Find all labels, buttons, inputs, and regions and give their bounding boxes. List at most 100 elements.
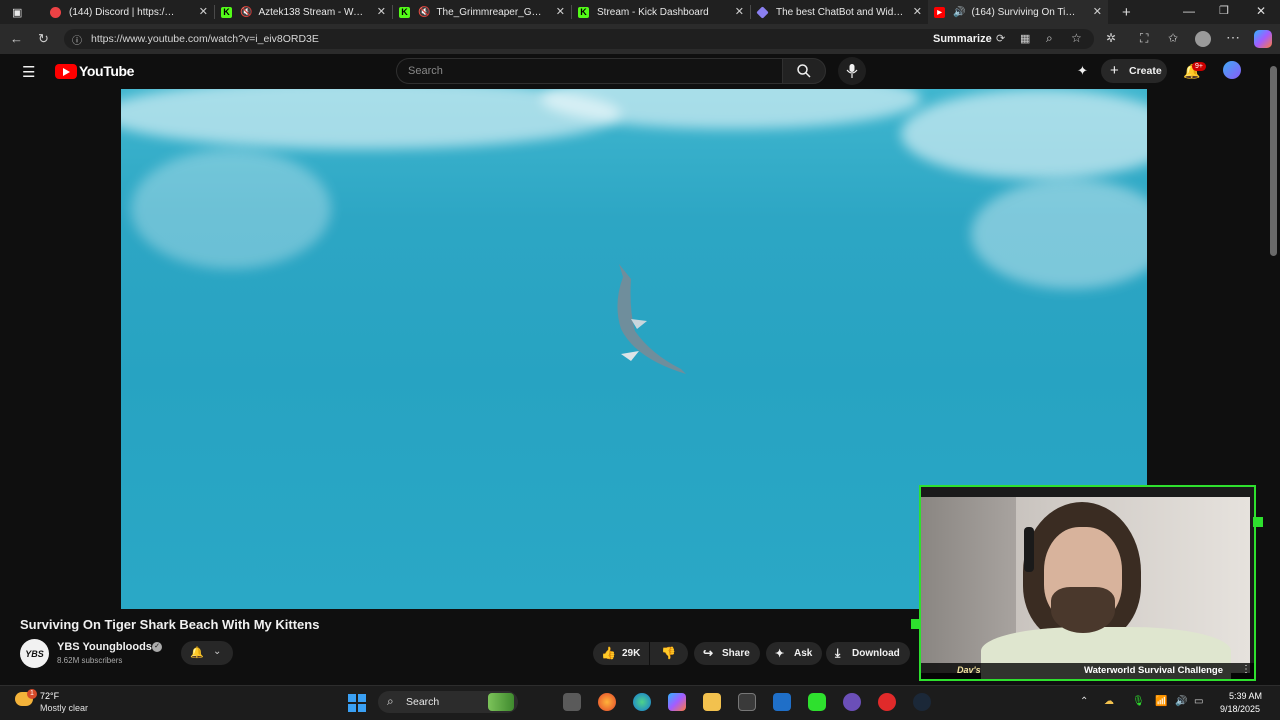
overlay-marker <box>911 619 919 629</box>
battery-icon[interactable]: ▭ <box>1194 696 1203 707</box>
download-icon: ⤓ <box>835 646 841 660</box>
tab-chatbot-widgets[interactable]: The best ChatBot and Widgets ✕ <box>751 0 928 24</box>
edge-icon[interactable] <box>633 693 651 711</box>
refresh-icon[interactable]: ↻ <box>38 31 49 47</box>
weather-alert-badge: 1 <box>27 689 37 699</box>
tab-grimmreaper[interactable]: K 🔇 The_Grimmreaper_Gamin ✕ <box>393 0 571 24</box>
monitor-app-icon[interactable] <box>773 693 791 711</box>
new-tab-icon[interactable]: + <box>1122 4 1131 21</box>
extensions-icon[interactable]: ✲ <box>1106 31 1116 45</box>
tab-youtube-active[interactable]: ▶ 🔊 (164) Surviving On Tiger ✕ <box>928 0 1108 24</box>
more-options-icon[interactable]: ⋯ <box>1226 29 1240 46</box>
muted-speaker-icon[interactable]: 🔇 <box>418 7 430 18</box>
tab-actions-button[interactable]: ▣ <box>0 0 44 24</box>
copilot-icon[interactable] <box>1254 30 1272 48</box>
webcam-streamer-beard <box>1051 587 1115 633</box>
close-tab-icon[interactable]: ✕ <box>556 5 565 18</box>
account-avatar[interactable] <box>1223 61 1241 79</box>
verified-check-icon: ✓ <box>152 642 162 652</box>
search-input[interactable]: Search <box>396 58 782 84</box>
steam-icon[interactable] <box>913 693 931 711</box>
tab-label: Aztek138 Stream - Watch <box>258 6 367 18</box>
create-button[interactable]: + Create <box>1101 59 1167 83</box>
sparkle-icon: ✦ <box>775 648 785 660</box>
copilot-app-icon[interactable] <box>668 693 686 711</box>
weather-description[interactable]: Mostly clear <box>40 703 88 713</box>
scrollbar-thumb[interactable] <box>1270 66 1277 256</box>
site-info-icon[interactable]: ⓘ <box>72 32 82 47</box>
minimize-icon[interactable]: — <box>1183 4 1195 18</box>
speaker-icon[interactable]: 🔊 <box>953 7 965 18</box>
tab-kick-dashboard[interactable]: K Stream - Kick Dashboard ✕ <box>572 0 750 24</box>
like-button[interactable]: 👍 29K <box>593 642 649 665</box>
tab-discord[interactable]: (144) Discord | https://dis ✕ <box>44 0 214 24</box>
wave-foam <box>131 149 331 269</box>
youtube-logo-icon[interactable] <box>55 64 77 79</box>
search-icon <box>797 64 811 78</box>
search-button[interactable] <box>782 58 826 84</box>
zoom-icon[interactable]: ⌕ <box>1046 31 1053 46</box>
muted-speaker-icon[interactable]: 🔇 <box>240 7 252 18</box>
clock-time[interactable]: 5:39 AM <box>1229 691 1262 701</box>
wifi-icon[interactable]: 📶 <box>1155 696 1167 707</box>
diamond-icon <box>756 5 769 19</box>
summarize-button[interactable]: Summarize <box>933 33 992 45</box>
menu-hamburger-icon[interactable]: ☰ <box>22 63 35 81</box>
youtube-logo-text[interactable]: YouTube <box>79 63 134 79</box>
weather-temperature[interactable]: 72°F <box>40 691 59 701</box>
volume-icon[interactable]: 🔊 <box>1175 696 1187 707</box>
share-button[interactable]: ↪ Share <box>694 642 760 665</box>
tray-overflow-chevron-icon[interactable]: ⌃ <box>1080 696 1088 707</box>
webcam-caption: Waterworld Survival Challenge <box>1084 665 1224 676</box>
tab-label: Stream - Kick Dashboard <box>597 6 709 18</box>
firefox-icon[interactable] <box>598 693 616 711</box>
ask-button[interactable]: ✦ Ask <box>766 642 822 665</box>
tab-label: (144) Discord | https://dis <box>69 6 177 18</box>
restore-icon[interactable]: ❐ <box>1219 4 1229 17</box>
close-tab-icon[interactable]: ✕ <box>377 5 386 18</box>
tray-cloud-icon[interactable]: ☁ <box>1104 696 1114 707</box>
download-button[interactable]: ⤓ Download <box>826 642 910 665</box>
favorites-icon[interactable]: ✩ <box>1168 31 1178 45</box>
task-view-icon[interactable] <box>563 693 581 711</box>
thumbs-down-icon: 👎 <box>661 646 676 660</box>
download-label: Download <box>852 648 900 659</box>
close-tab-icon[interactable]: ✕ <box>913 5 922 18</box>
wave-foam <box>901 89 1147 179</box>
like-count: 29K <box>622 648 641 659</box>
favorite-star-icon[interactable]: ☆ <box>1071 31 1082 45</box>
ask-label: Ask <box>794 648 813 659</box>
media-player-icon[interactable] <box>878 693 896 711</box>
back-icon[interactable]: ← <box>10 31 23 46</box>
thumbs-up-icon: 👍 <box>601 646 616 660</box>
tray-mic-icon[interactable]: 🎙 <box>1132 696 1145 707</box>
voice-search-button[interactable] <box>838 57 866 85</box>
snipping-tool-icon[interactable] <box>738 693 756 711</box>
kick-icon: K <box>578 6 589 18</box>
tab-actions-icon: ▣ <box>12 6 23 19</box>
studio-clapper-icon[interactable]: ✦ <box>1077 63 1088 79</box>
clock-date[interactable]: 9/18/2025 <box>1220 704 1260 714</box>
close-tab-icon[interactable]: ✕ <box>199 5 208 18</box>
taskbar-search[interactable]: ⌕ Search <box>378 691 518 713</box>
split-screen-icon[interactable]: ⛶ <box>1140 31 1148 46</box>
discord-app-icon[interactable] <box>843 693 861 711</box>
channel-name[interactable]: YBS Youngbloods <box>57 641 152 653</box>
dislike-button[interactable]: 👎 <box>650 642 688 665</box>
address-bar[interactable]: ⓘ https://www.youtube.com/watch?v=i_eiv8… <box>64 29 1094 49</box>
app-available-icon[interactable]: ▦ <box>1020 32 1030 45</box>
close-tab-icon[interactable]: ✕ <box>1093 5 1102 18</box>
copilot-summarize-icon[interactable]: ⟳ <box>996 32 1005 45</box>
streaming-app-icon[interactable] <box>808 693 826 711</box>
file-explorer-icon[interactable] <box>703 693 721 711</box>
close-window-icon[interactable]: ✕ <box>1256 4 1266 18</box>
profile-avatar-icon[interactable] <box>1195 31 1211 47</box>
windows-start-icon[interactable] <box>348 694 366 712</box>
tab-aztek-stream[interactable]: K 🔇 Aztek138 Stream - Watch ✕ <box>215 0 392 24</box>
search-icon: ⌕ <box>387 694 394 708</box>
search-highlight-icon <box>488 693 514 711</box>
channel-avatar[interactable]: YBS <box>20 639 49 668</box>
page-scrollbar[interactable] <box>1268 54 1280 684</box>
close-tab-icon[interactable]: ✕ <box>735 5 744 18</box>
subscription-bell-button[interactable]: 🔔 ⌄ <box>181 641 233 665</box>
